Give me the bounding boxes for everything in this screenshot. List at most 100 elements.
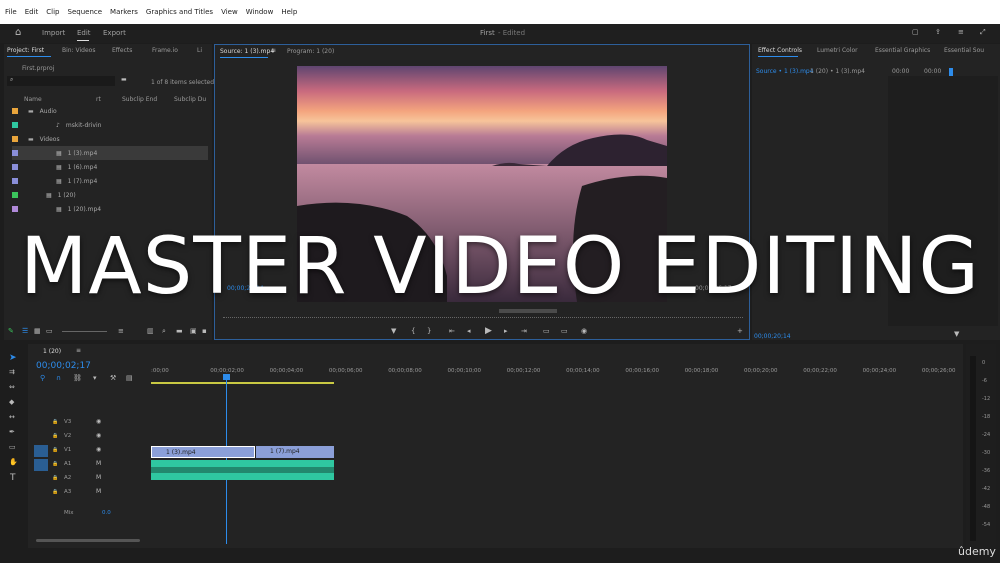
tab-program[interactable]: Program: 1 (20) [287,48,334,55]
fullscreen-icon[interactable]: ⤢ [980,29,986,36]
track-label[interactable]: A2 [64,475,71,481]
track-target-toggle[interactable] [34,445,48,457]
clip-2[interactable]: 1 (7).mp4 [256,446,334,458]
effect-sequence[interactable]: 1 (20) • 1 (3).mp4 [810,68,865,75]
menu-window[interactable]: Window [246,8,274,16]
nest-icon[interactable]: ⚲ [40,375,45,382]
sequence-menu-icon[interactable]: ≡ [76,348,81,354]
tab-export[interactable]: Export [103,29,126,37]
mute-icon[interactable]: M [96,475,101,481]
track-label[interactable]: V2 [64,433,71,439]
col-subclip-end[interactable]: Subclip End [122,96,157,103]
slip-icon[interactable]: ↔ [9,414,15,421]
ripple-edit-icon[interactable]: ⇔ [9,384,15,391]
sort-icon[interactable]: ≡ [118,328,124,335]
export-frame-icon[interactable]: ◉ [581,328,587,335]
overwrite-icon[interactable]: ▭ [561,328,568,335]
col-subclip-dur[interactable]: Subclip Du [174,96,206,103]
lock-icon[interactable]: 🔒 [52,476,58,481]
delete-icon[interactable]: ▪ [202,328,207,335]
tab-edit[interactable]: Edit [77,29,91,37]
lock-icon[interactable]: 🔒 [52,462,58,467]
list-item[interactable]: ▦ 1 (20).mp4 [12,202,208,216]
pen-icon[interactable]: ✒ [9,429,15,436]
audio-clip-waveform[interactable] [151,460,334,480]
list-item[interactable]: ▬ Audio [12,104,208,118]
list-item[interactable]: ▦ 1 (20) [12,188,208,202]
tab-essential-graphics[interactable]: Essential Graphics [875,47,930,54]
automate-icon[interactable]: ▥ [147,328,154,335]
playhead-handle[interactable] [223,374,230,380]
mark-out-icon[interactable]: } [427,328,431,335]
snap-icon[interactable]: ∩ [56,375,61,382]
wrench-icon[interactable]: ⚒ [110,375,116,382]
menu-edit[interactable]: Edit [25,8,39,16]
workspace-icon[interactable]: ▢ [912,29,919,36]
share-icon[interactable]: ⇪ [935,29,941,36]
step-back-icon[interactable]: ◂ [467,328,471,335]
tab-frameio[interactable]: Frame.io [152,47,178,54]
list-item[interactable]: ▦ 1 (6).mp4 [12,160,208,174]
menu-view[interactable]: View [221,8,238,16]
list-item[interactable]: ▦ 1 (3).mp4 [12,146,208,160]
lock-icon[interactable]: 🔒 [52,434,58,439]
icon-view-icon[interactable]: ▦ [34,328,41,335]
tab-sequence[interactable]: 1 (20) [43,348,61,355]
button-editor-icon[interactable]: + [737,328,743,335]
zoom-slider[interactable] [62,331,107,332]
razor-icon[interactable]: ◆ [9,399,14,406]
tab-essential-sound[interactable]: Essential Sou [944,47,984,54]
menu-file[interactable]: File [5,8,17,16]
list-item[interactable]: ▦ 1 (7).mp4 [12,174,208,188]
step-forward-icon[interactable]: ▸ [504,328,508,335]
eye-icon[interactable]: ◉ [96,447,101,453]
eye-icon[interactable]: ◉ [96,419,101,425]
tab-import[interactable]: Import [42,29,65,37]
filter-icon[interactable]: ▼ [954,331,959,338]
track-target-toggle[interactable] [34,459,48,471]
home-icon[interactable]: ⌂ [15,28,21,38]
work-area-bar[interactable] [151,382,334,384]
hand-icon[interactable]: ✋ [9,459,18,466]
add-marker-icon[interactable]: ▼ [391,328,396,335]
effect-source[interactable]: Source • 1 (3).mp4 [756,68,814,75]
tab-bin[interactable]: Bin: Videos [62,47,95,54]
mix-value[interactable]: 0.0 [102,510,111,516]
linked-icon[interactable]: ⛓ [73,375,82,382]
lock-icon[interactable]: 🔒 [52,448,58,453]
tab-project[interactable]: Project: First [7,47,44,54]
project-search[interactable] [7,76,115,86]
lock-icon[interactable]: 🔒 [52,420,58,425]
new-item-icon[interactable]: ▣ [190,328,197,335]
menu-graphics[interactable]: Graphics and Titles [146,8,213,16]
track-label[interactable]: V3 [64,419,71,425]
tab-lumetri[interactable]: Lumetri Color [817,47,858,54]
go-to-out-icon[interactable]: ⇥ [521,328,527,335]
selection-tool-icon[interactable]: ➤ [9,354,17,363]
mute-icon[interactable]: M [96,489,101,495]
menu-clip[interactable]: Clip [46,8,59,16]
menu-help[interactable]: Help [281,8,297,16]
list-item[interactable]: ▬ Videos [12,132,208,146]
timeline-scrollbar[interactable] [36,539,140,542]
captions-icon[interactable]: ▤ [126,375,133,382]
track-label[interactable]: A1 [64,461,71,467]
type-tool-icon[interactable]: T [10,474,16,483]
lock-icon[interactable]: 🔒 [52,490,58,495]
find-icon[interactable]: ⌕ [162,328,166,335]
freeform-view-icon[interactable]: ▭ [46,328,53,335]
col-name[interactable]: Name [24,96,42,103]
tab-source[interactable]: Source: 1 (3).mp4 [220,48,274,55]
rectangle-icon[interactable]: ▭ [9,444,16,451]
eye-icon[interactable]: ◉ [96,433,101,439]
menu-icon[interactable]: ≡ [958,29,964,36]
clip-1[interactable]: 1 (3).mp4 [151,446,255,458]
source-menu-icon[interactable]: ≡ [271,48,276,54]
track-label[interactable]: V1 [64,447,71,453]
tab-effect-controls[interactable]: Effect Controls [758,47,802,54]
menu-sequence[interactable]: Sequence [68,8,103,16]
new-bin-bottom-icon[interactable]: ▬ [176,328,183,335]
tab-li[interactable]: Li [197,47,202,54]
list-item[interactable]: ♪ mskit-drivin [12,118,208,132]
play-icon[interactable]: ▶ [485,327,492,336]
